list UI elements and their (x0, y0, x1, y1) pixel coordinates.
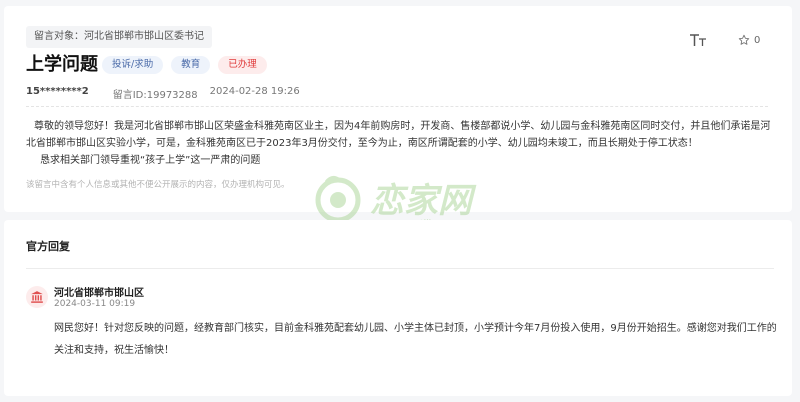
text-size-button[interactable] (688, 32, 708, 48)
text-size-icon (690, 34, 706, 46)
reply-org-name: 河北省邯郸市邯山区 (54, 288, 144, 299)
avatar (26, 286, 48, 308)
message-paragraph: 恳求相关部门领导重视“孩子上学”这一严肃的问题 (40, 155, 261, 166)
tag-category[interactable]: 教育 (171, 56, 211, 74)
author-name: 15********2 (26, 86, 89, 97)
status-badge: 已办理 (218, 56, 267, 74)
reply-card: 官方回复 河北省邯郸市邯山区 2024-03-11 09:19 网民您好！针对您… (4, 220, 792, 396)
message-datetime: 2024-02-28 19:26 (209, 86, 300, 97)
message-target: 留言对象：河北省邯郸市邯山区委书记 (26, 26, 212, 48)
message-paragraph: 尊敬的领导您好！我是河北省邯郸市邯山区荣盛金科雅苑南区业主，因为4年前购房时，开… (26, 121, 771, 149)
divider (26, 106, 768, 107)
reply-body: 网民您好！针对您反映的问题，经教育部门核实，目前金科雅苑配套幼儿园、小学主体已封… (54, 323, 777, 356)
favorite-count: 0 (754, 34, 761, 46)
reply-date: 2024-03-11 09:19 (54, 299, 136, 309)
message-body: 尊敬的领导您好！我是河北省邯郸市邯山区荣盛金科雅苑南区业主，因为4年前购房时，开… (26, 118, 778, 169)
divider (26, 268, 774, 269)
watermark-text: 恋家网 (370, 181, 477, 221)
favorite-button[interactable]: 0 (738, 32, 760, 48)
page-title: 上学问题 (26, 54, 98, 75)
reply-section-title: 官方回复 (26, 240, 70, 253)
star-icon (738, 34, 750, 45)
tag-type[interactable]: 投诉/求助 (102, 56, 164, 74)
tag-list: 投诉/求助 教育 已办理 (102, 56, 267, 74)
privacy-note: 该留言中含有个人信息或其他不便公开展示的内容，仅办理机构可见。 (26, 180, 290, 190)
message-meta: 15********2 留言ID:19973288 2024-02-28 19:… (26, 86, 300, 101)
government-building-icon (31, 291, 43, 303)
message-card: 留言对象：河北省邯郸市邯山区委书记 上学问题 投诉/求助 教育 已办理 0 15… (4, 6, 792, 229)
message-id: 留言ID:19973288 (112, 90, 198, 101)
